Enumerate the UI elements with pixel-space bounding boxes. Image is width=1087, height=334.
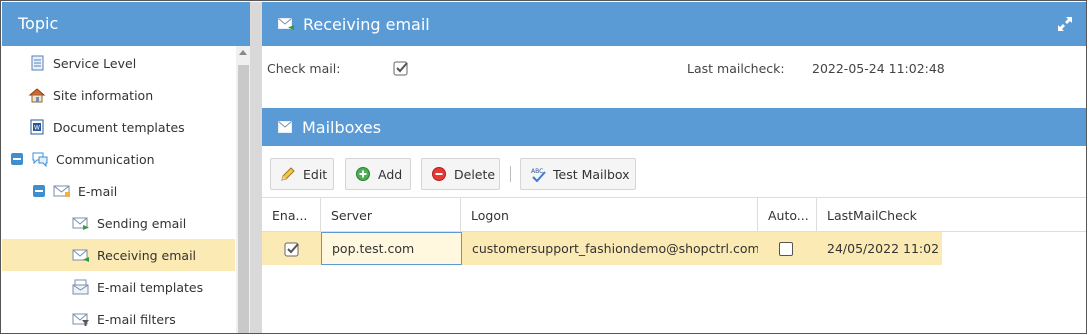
tree-item-label: E-mail <box>78 183 118 199</box>
tree-item-label: Service Level <box>53 55 137 71</box>
tree-item-label: E-mail templates <box>97 279 204 295</box>
expand-icon[interactable] <box>1057 16 1073 32</box>
column-header-enabled[interactable]: Ena... <box>262 198 321 232</box>
tree-item-site-information[interactable]: Site information <box>2 79 235 111</box>
word-document-icon: W <box>30 119 44 135</box>
tree-item-label: E-mail filters <box>97 311 176 327</box>
tree-item-receiving-email[interactable]: Receiving email <box>2 239 235 271</box>
table-row[interactable]: pop.test.com customersupport_fashiondemo… <box>262 232 942 265</box>
receiving-email-header: Receiving email <box>262 2 1086 46</box>
delete-button[interactable]: Delete <box>421 158 500 190</box>
enabled-checkbox[interactable] <box>284 241 300 257</box>
delete-button-label: Delete <box>454 166 496 182</box>
collapse-toggle-icon[interactable] <box>11 153 23 165</box>
envelope-send-icon <box>72 217 89 230</box>
row-last-mail-check-cell[interactable]: 24/05/2022 11:02 <box>817 232 942 265</box>
topic-tree: Service Level Site information W Documen… <box>2 46 236 333</box>
tree-item-email[interactable]: E-mail <box>2 175 235 207</box>
svg-text:W: W <box>34 125 40 132</box>
topic-panel: Topic Service Level Site information W D… <box>2 2 251 333</box>
envelope-filter-icon <box>72 313 89 326</box>
add-button[interactable]: Add <box>345 158 411 190</box>
panel-splitter[interactable] <box>250 2 262 333</box>
speech-bubbles-icon <box>32 152 48 167</box>
spellcheck-icon: ABC <box>531 168 546 182</box>
scroll-up-arrow-icon[interactable] <box>239 50 247 55</box>
tree-item-label: Sending email <box>97 215 187 231</box>
envelope-receive-icon <box>278 18 294 30</box>
envelope-template-icon <box>72 279 89 295</box>
tree-item-label: Site information <box>53 87 154 103</box>
test-mailbox-button-label: Test Mailbox <box>553 166 630 182</box>
row-enabled-cell[interactable] <box>262 232 321 265</box>
column-header-server[interactable]: Server <box>321 198 461 232</box>
last-mailcheck-value: 2022-05-24 11:02:48 <box>812 61 945 76</box>
collapse-toggle-icon[interactable] <box>33 185 45 197</box>
column-header-logon[interactable]: Logon <box>461 198 758 232</box>
mailboxes-grid-header: Ena... Server Logon Auto... LastMailChec… <box>262 198 1086 232</box>
add-icon <box>356 167 370 181</box>
topic-panel-title: Topic <box>2 2 250 46</box>
document-list-icon <box>31 55 44 71</box>
row-auto-cell[interactable] <box>758 232 817 265</box>
tree-item-communication[interactable]: Communication <box>2 143 235 175</box>
check-mail-checkbox[interactable] <box>393 60 409 76</box>
mailboxes-toolbar: Edit Add Delete ABC Test Mailbox <box>262 146 1086 198</box>
auto-checkbox[interactable] <box>779 241 793 256</box>
tree-item-label: Document templates <box>53 119 185 135</box>
tree-item-email-filters[interactable]: E-mail filters <box>2 303 235 333</box>
last-mailcheck-label: Last mailcheck: <box>687 61 785 76</box>
mailboxes-header: Mailboxes <box>262 108 1086 146</box>
window-frame: Topic Service Level Site information W D… <box>0 0 1087 334</box>
add-button-label: Add <box>378 166 403 182</box>
row-logon-cell[interactable]: customersupport_fashiondemo@shopctrl.com <box>462 232 758 265</box>
envelope-receive-icon <box>72 249 89 262</box>
check-mail-label: Check mail: <box>267 61 341 76</box>
house-icon <box>28 88 46 103</box>
delete-icon <box>432 167 446 181</box>
svg-text:ABC: ABC <box>531 168 543 175</box>
tree-item-sending-email[interactable]: Sending email <box>2 207 235 239</box>
column-header-last-mail-check[interactable]: LastMailCheck <box>817 198 1086 232</box>
scroll-thumb[interactable] <box>238 65 249 333</box>
envelope-icon <box>278 121 292 133</box>
envelope-icon <box>53 185 70 197</box>
tree-item-service-level[interactable]: Service Level <box>2 47 235 79</box>
content-area: Receiving email Check mail: Last mailche… <box>262 2 1086 333</box>
tree-item-email-templates[interactable]: E-mail templates <box>2 271 235 303</box>
pencil-icon <box>281 167 295 181</box>
toolbar-separator <box>510 166 511 182</box>
row-server-cell[interactable]: pop.test.com <box>321 232 462 265</box>
edit-button[interactable]: Edit <box>270 158 334 190</box>
receiving-email-settings: Check mail: Last mailcheck: 2022-05-24 1… <box>262 46 1086 108</box>
tree-item-label: Receiving email <box>97 247 197 263</box>
tree-item-document-templates[interactable]: W Document templates <box>2 111 235 143</box>
topic-scrollbar[interactable] <box>236 46 251 333</box>
tree-item-label: Communication <box>56 151 155 167</box>
edit-button-label: Edit <box>303 166 328 182</box>
receiving-email-title: Receiving email <box>303 14 430 34</box>
column-header-auto[interactable]: Auto... <box>758 198 817 232</box>
test-mailbox-button[interactable]: ABC Test Mailbox <box>520 158 636 190</box>
mailboxes-title: Mailboxes <box>302 117 382 137</box>
